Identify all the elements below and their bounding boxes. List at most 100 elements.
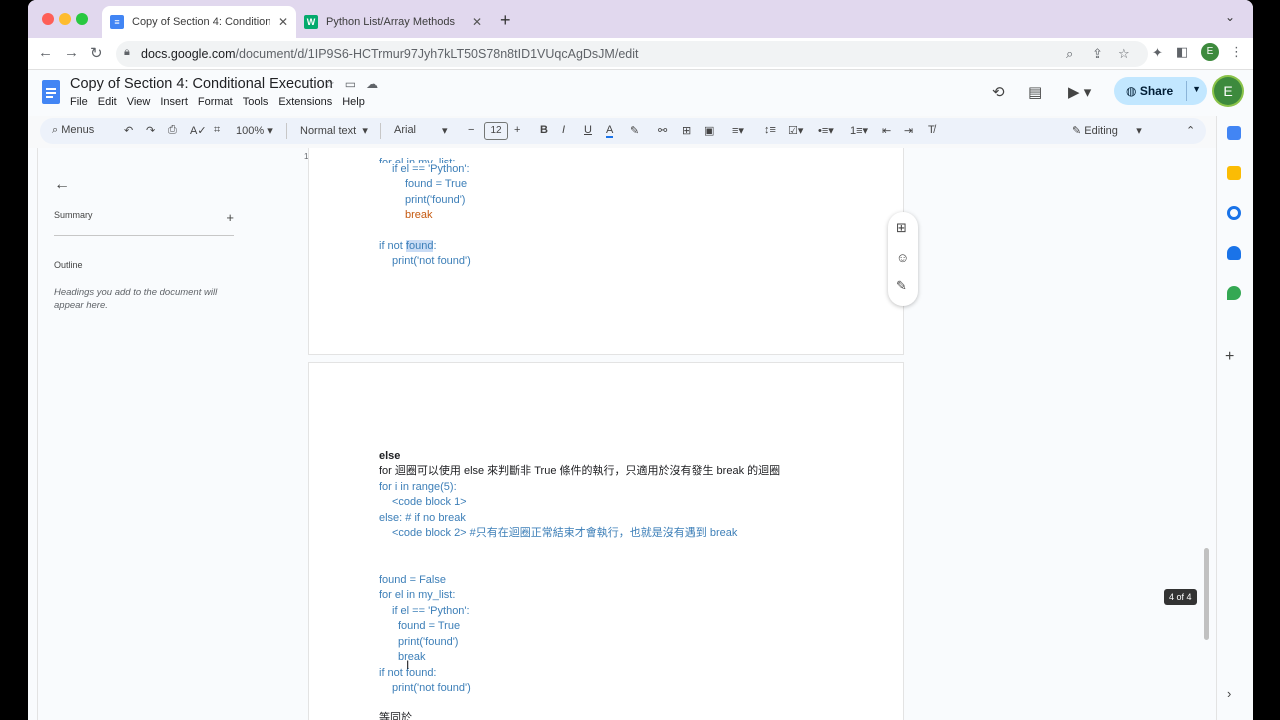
increase-font-size-icon[interactable]: + [514, 124, 520, 136]
close-tab-icon[interactable]: ✕ [472, 15, 482, 29]
numbered-list-icon[interactable]: 1≡▾ [850, 124, 868, 137]
menu-edit[interactable]: Edit [98, 96, 117, 108]
maps-icon[interactable] [1227, 286, 1241, 300]
document-title[interactable]: Copy of Section 4: Conditional Execution [70, 76, 333, 92]
document-page[interactable]: for el in my_list: if el == 'Python': fo… [308, 148, 904, 355]
bold-icon[interactable]: B [540, 124, 548, 136]
share-page-icon[interactable]: ⇪ [1092, 46, 1103, 62]
align-icon[interactable]: ≡▾ [732, 124, 744, 137]
style-select[interactable]: Normal text ▾ [300, 124, 368, 137]
account-avatar[interactable]: E [1214, 77, 1242, 105]
image-icon[interactable]: ▣ [704, 124, 714, 137]
menu-tools[interactable]: Tools [243, 96, 269, 108]
menu-insert[interactable]: Insert [160, 96, 188, 108]
tasks-icon[interactable] [1227, 206, 1241, 220]
close-tab-icon[interactable]: ✕ [278, 15, 288, 29]
collapse-toolbar-icon[interactable]: ⌃ [1186, 124, 1195, 137]
tab-title: Copy of Section 4: Conditional [132, 16, 270, 28]
italic-icon[interactable]: I [562, 124, 565, 136]
increase-indent-icon[interactable]: ⇥ [904, 124, 913, 137]
document-area: 1 1 2 3 4 5 6 7 ▼ ▼ ← Summary + Outline … [28, 148, 1216, 720]
zoom-select[interactable]: 100% ▾ [236, 124, 273, 137]
reload-button[interactable]: ↻ [90, 44, 103, 62]
maximize-window-button[interactable] [76, 13, 88, 25]
close-window-button[interactable] [42, 13, 54, 25]
side-panel-icon[interactable]: ◧ [1176, 44, 1188, 60]
zoom-icon[interactable]: ⌕ [1066, 46, 1073, 62]
outline-empty-note: Headings you add to the document will ap… [54, 287, 218, 311]
decrease-indent-icon[interactable]: ⇤ [882, 124, 891, 137]
highlight-icon[interactable]: ✎ [630, 124, 639, 137]
decrease-font-size-icon[interactable]: − [468, 124, 474, 136]
address-bar[interactable]: 🔒︎ docs.google.com/document/d/1IP9S6-HCT… [116, 41, 1148, 67]
add-emoji-reaction-icon[interactable]: ☺ [896, 250, 909, 265]
cloud-saved-icon[interactable]: ☁ [366, 77, 378, 91]
back-arrow-icon[interactable]: ← [54, 176, 234, 194]
paint-format-icon[interactable]: ⌗ [214, 124, 220, 137]
menu-help[interactable]: Help [342, 96, 365, 108]
vertical-scrollbar[interactable] [1204, 548, 1209, 640]
print-icon[interactable]: ⎙ [168, 124, 177, 137]
editing-mode-select[interactable]: ✎ Editing ▾ [1072, 124, 1142, 137]
code-line: found = True [398, 620, 461, 632]
text-cursor-icon: I [406, 658, 410, 672]
bulleted-list-icon[interactable]: •≡▾ [818, 124, 834, 137]
keep-icon[interactable] [1227, 166, 1241, 180]
link-icon[interactable]: ⚯ [658, 124, 667, 137]
font-size-input[interactable]: 12 [484, 122, 508, 140]
docs-home-icon[interactable] [42, 80, 60, 104]
calendar-icon[interactable] [1227, 126, 1241, 140]
expand-rail-icon[interactable]: › [1227, 686, 1231, 701]
document-outline-panel: ← Summary + Outline Headings you add to … [54, 176, 234, 312]
tab-title: Python List/Array Methods [326, 16, 456, 28]
formatting-toolbar: ⌕ Menus ↶ ↷ ⎙ A✓ ⌗ 100% ▾ Normal text ▾ … [40, 118, 1206, 144]
suggest-edits-icon[interactable]: ✎ [896, 278, 907, 294]
checklist-icon[interactable]: ☑▾ [788, 124, 803, 137]
lock-icon[interactable]: 🔒︎ [124, 46, 130, 59]
star-icon[interactable]: ☆ [324, 77, 335, 91]
bookmark-star-icon[interactable]: ☆ [1118, 46, 1130, 62]
line-spacing-icon[interactable]: ↕≡ [764, 124, 776, 136]
add-addon-icon[interactable]: + [1225, 348, 1234, 366]
share-button[interactable]: ◍ Share ▼ [1114, 77, 1207, 105]
menu-format[interactable]: Format [198, 96, 233, 108]
tab-docs[interactable]: ≡ Copy of Section 4: Conditional ✕ [102, 6, 296, 38]
text-color-icon[interactable]: A [606, 124, 614, 138]
menu-file[interactable]: File [70, 96, 88, 108]
minimize-window-button[interactable] [59, 13, 71, 25]
docs-icon: ≡ [110, 15, 124, 29]
contacts-icon[interactable] [1227, 246, 1241, 260]
move-folder-icon[interactable]: ▭ [345, 77, 356, 91]
browser-window: ≡ Copy of Section 4: Conditional ✕ W Pyt… [28, 0, 1253, 720]
search-menus[interactable]: ⌕ Menus [52, 124, 94, 137]
add-comment-icon[interactable]: ⊞ [896, 220, 907, 236]
add-comment-icon[interactable]: ⊞ [682, 124, 691, 137]
code-line: print('not found') [392, 255, 471, 267]
document-page[interactable]: else for 迴圈可以使用 else 來判斷非 True 條件的執行，只適用… [308, 362, 904, 720]
spellcheck-icon[interactable]: A✓ [190, 124, 207, 137]
redo-icon[interactable]: ↷ [146, 124, 155, 137]
tab-search-icon[interactable]: ⌄ [1225, 10, 1235, 24]
menu-view[interactable]: View [127, 96, 151, 108]
comments-icon[interactable]: ▤ [1028, 83, 1042, 101]
back-button[interactable]: ← [38, 44, 53, 61]
extensions-icon[interactable]: ✦ [1152, 45, 1163, 61]
underline-icon[interactable]: U [584, 124, 592, 136]
meet-icon[interactable]: ▶ ▾ [1068, 83, 1091, 101]
forward-button[interactable]: → [64, 44, 79, 61]
code-line: found = False [379, 574, 446, 586]
undo-icon[interactable]: ↶ [124, 124, 133, 137]
share-dropdown-icon[interactable]: ▼ [1192, 84, 1201, 94]
browser-profile-avatar[interactable]: E [1201, 43, 1219, 61]
tab-w3schools[interactable]: W Python List/Array Methods ✕ [296, 6, 490, 38]
font-dropdown-icon[interactable]: ▾ [442, 124, 448, 137]
clear-formatting-icon[interactable]: T̸ [928, 124, 935, 136]
menu-extensions[interactable]: Extensions [278, 96, 332, 108]
browser-menu-icon[interactable]: ⋮ [1230, 44, 1243, 60]
font-select[interactable]: Arial [394, 124, 416, 136]
version-history-icon[interactable]: ⟲ [992, 83, 1005, 101]
code-line: for i in range(5): [379, 481, 457, 493]
paragraph: for 迴圈可以使用 else 來判斷非 True 條件的執行，只適用於沒有發生… [379, 465, 781, 477]
add-summary-icon[interactable]: + [226, 210, 234, 225]
new-tab-button[interactable]: + [500, 10, 511, 31]
